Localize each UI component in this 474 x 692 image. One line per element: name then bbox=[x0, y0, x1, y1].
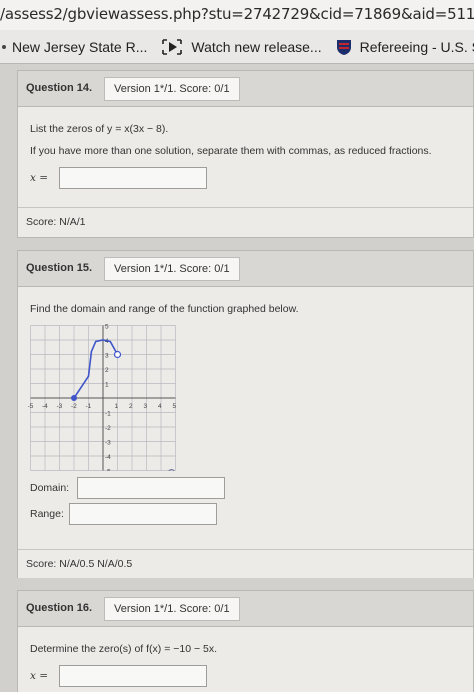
function-graph: -5-4-3-2-11234554321-1-2-3-4-5 bbox=[28, 324, 177, 472]
domain-row: Domain: bbox=[30, 477, 461, 499]
y-tick-label: 5 bbox=[105, 324, 109, 331]
y-tick-label: 1 bbox=[105, 382, 109, 389]
x-tick-label: 5 bbox=[173, 403, 177, 410]
answer-row: x = bbox=[30, 665, 461, 687]
bookmark-label: New Jersey State R... bbox=[12, 38, 148, 55]
answer-row: x = bbox=[30, 167, 461, 189]
question-header: Question 15. Version 1*/1. Score: 0/1 bbox=[18, 251, 473, 287]
answer-input[interactable] bbox=[58, 167, 207, 189]
y-tick-label: -1 bbox=[105, 411, 111, 418]
range-row: Range: bbox=[30, 503, 461, 525]
version-score-badge[interactable]: Version 1*/1. Score: 0/1 bbox=[104, 77, 240, 101]
question-prompt: Determine the zero(s) of f(x) = −10 − 5x… bbox=[30, 643, 218, 655]
question-score: Score: N/A/0.5 N/A/0.5 bbox=[18, 549, 473, 578]
closed-endpoint bbox=[71, 395, 77, 401]
y-tick-label: 3 bbox=[105, 353, 109, 360]
question-header: Question 14. Version 1*/1. Score: 0/1 bbox=[18, 71, 473, 107]
question-prompt: Find the domain and range of the functio… bbox=[30, 303, 299, 315]
bookmark-new-jersey[interactable]: New Jersey State R... bbox=[0, 39, 147, 55]
shield-icon bbox=[336, 38, 352, 56]
x-tick-label: 1 bbox=[115, 403, 119, 410]
bookmarks-bar: New Jersey State R... Watch new release.… bbox=[0, 30, 474, 64]
x-tick-label: 3 bbox=[144, 403, 148, 410]
question-number: Question 14. bbox=[26, 82, 93, 94]
x-tick-label: 2 bbox=[129, 403, 133, 410]
question-body: List the zeros of y = x(3x − 8). If you … bbox=[18, 107, 473, 207]
play-icon bbox=[161, 38, 183, 56]
dot-icon bbox=[2, 44, 6, 49]
answer-label: x = bbox=[30, 669, 49, 682]
assessment-page: Question 14. Version 1*/1. Score: 0/1 Li… bbox=[0, 64, 474, 692]
question-number: Question 16. bbox=[26, 602, 93, 614]
answer-label: x = bbox=[30, 171, 49, 184]
question-body: Find the domain and range of the functio… bbox=[18, 287, 473, 549]
x-tick-label: 4 bbox=[158, 403, 162, 410]
question-card-15: Question 15. Version 1*/1. Score: 0/1 Fi… bbox=[17, 250, 474, 578]
bookmark-watch[interactable]: Watch new release... bbox=[161, 38, 322, 56]
question-note: If you have more than one solution, sepa… bbox=[30, 145, 432, 157]
open-endpoint bbox=[113, 350, 122, 359]
version-score-badge[interactable]: Version 1*/1. Score: 0/1 bbox=[104, 597, 240, 621]
x-tick-label: -1 bbox=[86, 403, 92, 410]
x-tick-label: -5 bbox=[28, 403, 34, 410]
x-tick-label: -2 bbox=[71, 403, 77, 410]
x-tick-label: -3 bbox=[57, 403, 63, 410]
question-number: Question 15. bbox=[26, 262, 93, 274]
y-tick-label: -5 bbox=[105, 469, 111, 472]
address-bar[interactable]: /assess2/gbviewassess.php?stu=2742729&ci… bbox=[0, 0, 474, 30]
question-prompt: List the zeros of y = x(3x − 8). bbox=[30, 123, 169, 135]
domain-label: Domain: bbox=[30, 481, 70, 494]
question-body: Determine the zero(s) of f(x) = −10 − 5x… bbox=[18, 627, 473, 692]
y-tick-label: -3 bbox=[105, 440, 111, 447]
bookmark-label: Refereeing - U.S. S bbox=[359, 38, 474, 55]
y-tick-label: -2 bbox=[105, 425, 111, 432]
bookmark-label: Watch new release... bbox=[191, 38, 322, 55]
x-tick-label: -4 bbox=[42, 403, 48, 410]
version-score-badge[interactable]: Version 1*/1. Score: 0/1 bbox=[104, 257, 240, 281]
y-tick-label: 2 bbox=[105, 367, 109, 374]
question-card-16: Question 16. Version 1*/1. Score: 0/1 De… bbox=[17, 590, 474, 692]
bookmark-refereeing[interactable]: Refereeing - U.S. S bbox=[336, 38, 474, 56]
domain-input[interactable] bbox=[76, 477, 225, 499]
question-header: Question 16. Version 1*/1. Score: 0/1 bbox=[18, 591, 473, 627]
range-input[interactable] bbox=[68, 503, 217, 525]
y-tick-label: -4 bbox=[105, 454, 111, 461]
question-card-14: Question 14. Version 1*/1. Score: 0/1 Li… bbox=[17, 70, 474, 238]
question-score: Score: N/A/1 bbox=[18, 207, 473, 236]
range-label: Range: bbox=[30, 507, 64, 520]
answer-input[interactable] bbox=[58, 665, 207, 687]
url-text: /assess2/gbviewassess.php?stu=2742729&ci… bbox=[0, 5, 474, 23]
